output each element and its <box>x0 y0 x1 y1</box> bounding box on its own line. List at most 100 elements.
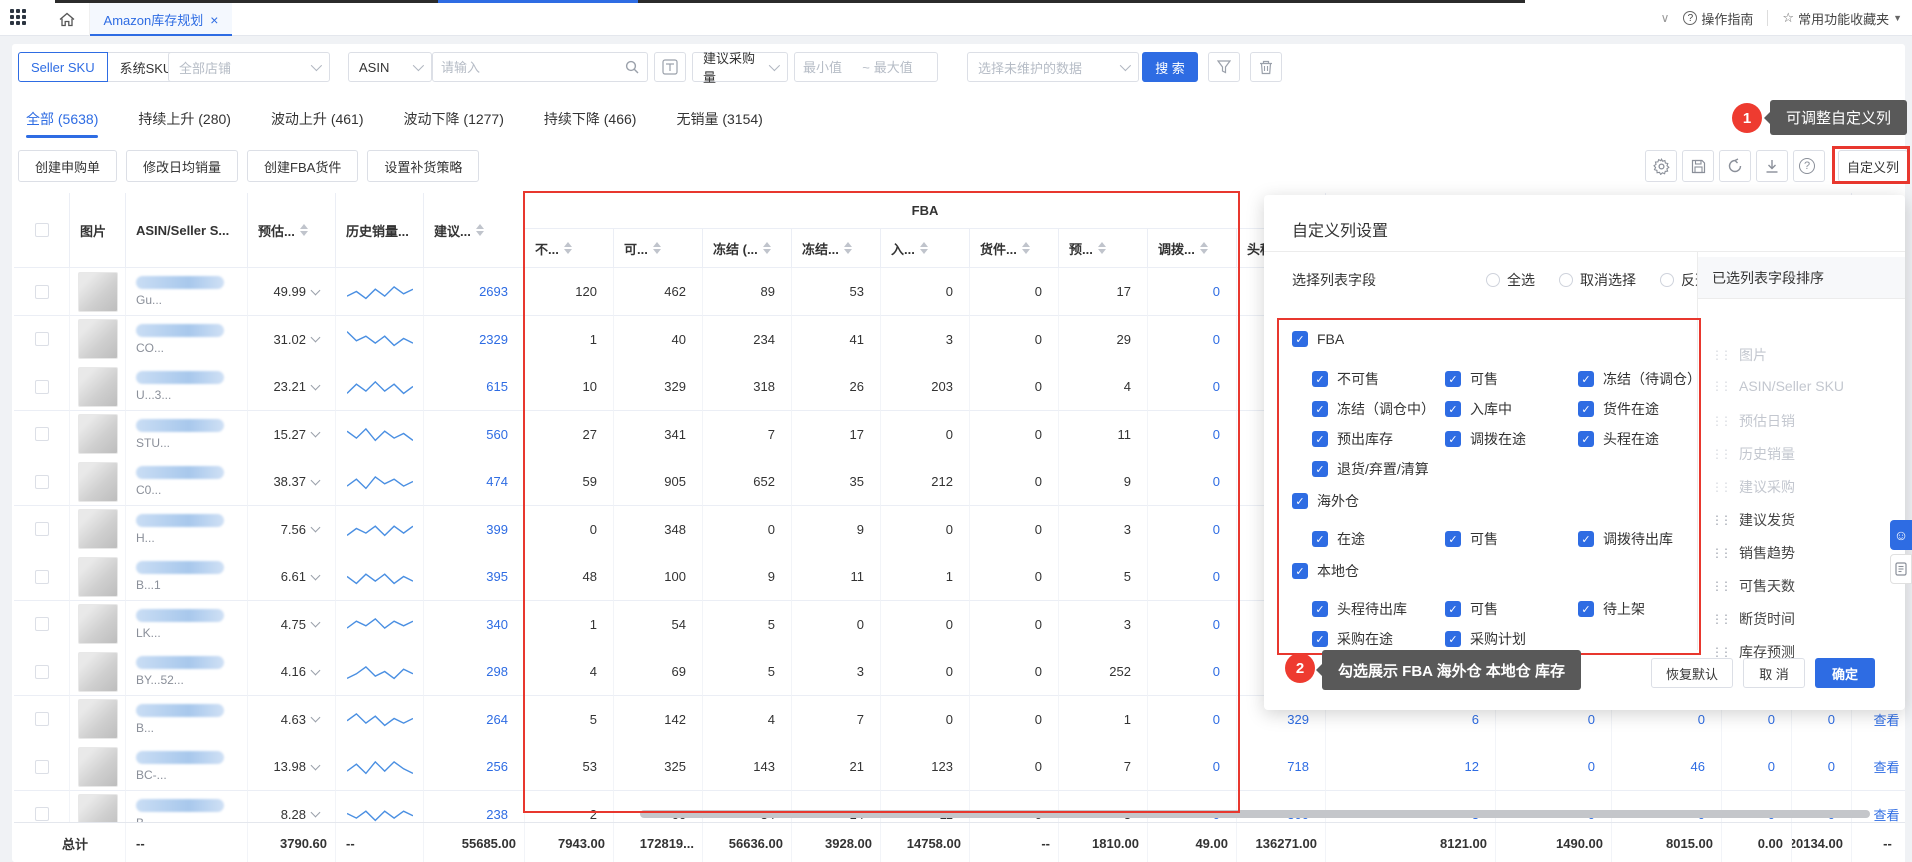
header-fba-4[interactable]: 入... <box>881 229 970 268</box>
checked-checkbox[interactable]: ✓ <box>1312 531 1328 547</box>
row-suggested-purchase-link[interactable]: 298 <box>424 648 525 696</box>
row-suggested-purchase-link[interactable]: 474 <box>424 458 525 506</box>
row-checkbox[interactable] <box>35 285 49 299</box>
drag-handle-icon[interactable]: ⋮⋮ <box>1711 513 1729 527</box>
view-tab-1[interactable]: 持续上升 (280) <box>138 96 231 142</box>
checked-checkbox[interactable]: ✓ <box>1312 461 1328 477</box>
row-fba-7[interactable]: 0 <box>1148 316 1237 364</box>
field-checkbox-可售[interactable]: ✓可售 <box>1445 599 1498 619</box>
checked-checkbox[interactable]: ✓ <box>1292 493 1308 509</box>
refresh-button[interactable] <box>1719 150 1751 182</box>
view-tab-3[interactable]: 波动下降 (1277) <box>404 96 504 142</box>
field-checkbox-不可售[interactable]: ✓不可售 <box>1312 369 1379 389</box>
row-fba-7[interactable]: 0 <box>1148 506 1237 554</box>
checked-checkbox[interactable]: ✓ <box>1578 431 1594 447</box>
row-estimated-sales-cell[interactable]: 4.16 <box>248 648 336 696</box>
field-checkbox-可售[interactable]: ✓可售 <box>1445 369 1498 389</box>
row-suggested-purchase-link[interactable]: 2329 <box>424 316 525 364</box>
row-suggested-purchase-link[interactable]: 2693 <box>424 268 525 316</box>
drag-handle-icon[interactable]: ⋮⋮ <box>1711 546 1729 560</box>
row-suggested-purchase-link[interactable]: 399 <box>424 506 525 554</box>
row-fba-7[interactable]: 0 <box>1148 743 1237 791</box>
header-fba-0[interactable]: 不... <box>525 229 614 268</box>
range-min-input[interactable] <box>803 60 858 75</box>
row-estimated-sales-cell[interactable]: 7.56 <box>248 506 336 554</box>
row-suggested-purchase-link[interactable]: 560 <box>424 411 525 459</box>
clear-button[interactable] <box>1250 52 1282 82</box>
row-extra-0[interactable]: 12 <box>1326 743 1496 791</box>
toolbar-button-2[interactable]: 创建FBA货件 <box>247 150 358 182</box>
row-fba-7[interactable]: 0 <box>1148 268 1237 316</box>
row-estimated-sales-cell[interactable]: 23.21 <box>248 363 336 411</box>
row-suggested-purchase-link[interactable]: 615 <box>424 363 525 411</box>
checked-checkbox[interactable]: ✓ <box>1312 371 1328 387</box>
guide-link[interactable]: ? 操作指南 <box>1683 9 1753 28</box>
header-estimated-daily-sales[interactable]: 预估... <box>248 193 336 268</box>
search-field-select[interactable]: ASIN <box>348 52 432 82</box>
checked-checkbox[interactable]: ✓ <box>1312 431 1328 447</box>
shop-select[interactable]: 全部店铺 <box>168 52 330 82</box>
toolbar-button-3[interactable]: 设置补货策略 <box>367 150 479 182</box>
header-fba-2[interactable]: 冻结 (... <box>703 229 792 268</box>
row-extra-1[interactable]: 0 <box>1496 743 1612 791</box>
row-checkbox[interactable] <box>35 380 49 394</box>
drag-handle-icon[interactable]: ⋮⋮ <box>1711 612 1729 626</box>
seller-sku-toggle[interactable]: Seller SKU <box>18 52 108 82</box>
tab-amazon-inventory[interactable]: Amazon库存规划 × <box>90 3 232 36</box>
checked-checkbox[interactable]: ✓ <box>1312 601 1328 617</box>
row-fba-7[interactable]: 0 <box>1148 601 1237 649</box>
row-checkbox[interactable] <box>35 522 49 536</box>
row-estimated-sales-cell[interactable]: 38.37 <box>248 458 336 506</box>
row-estimated-sales-cell[interactable]: 15.27 <box>248 411 336 459</box>
metric-select[interactable]: 建议采购量 <box>692 52 788 82</box>
favorites-menu[interactable]: ☆ 常用功能收藏夹 ▼ <box>1782 9 1902 28</box>
row-extra-4[interactable]: 0 <box>1792 743 1852 791</box>
select-all-checkbox[interactable] <box>35 223 49 237</box>
search-button[interactable]: 搜 索 <box>1142 52 1198 82</box>
range-max-input[interactable] <box>874 60 929 75</box>
checked-checkbox[interactable]: ✓ <box>1445 601 1461 617</box>
row-suggested-purchase-link[interactable]: 340 <box>424 601 525 649</box>
radio-0[interactable]: 全选 <box>1486 270 1535 290</box>
filter-button[interactable] <box>1208 52 1240 82</box>
toolbar-button-0[interactable]: 创建申购单 <box>18 150 117 182</box>
row-checkbox[interactable] <box>35 807 49 821</box>
header-fba-7[interactable]: 调拨... <box>1148 229 1237 268</box>
checked-checkbox[interactable]: ✓ <box>1445 531 1461 547</box>
field-checkbox-预出库存[interactable]: ✓预出库存 <box>1312 429 1393 449</box>
settings-button[interactable] <box>1645 150 1677 182</box>
customer-service-float-button[interactable]: ☺ <box>1890 520 1912 550</box>
field-checkbox-退货/弃置/清算[interactable]: ✓退货/弃置/清算 <box>1312 459 1429 479</box>
batch-input-button[interactable] <box>654 52 686 82</box>
checked-checkbox[interactable]: ✓ <box>1445 371 1461 387</box>
cancel-button[interactable]: 取 消 <box>1743 658 1805 688</box>
row-checkbox[interactable] <box>35 475 49 489</box>
header-suggested-purchase[interactable]: 建议... <box>424 193 525 268</box>
row-estimated-sales-cell[interactable]: 13.98 <box>248 743 336 791</box>
confirm-button[interactable]: 确定 <box>1815 658 1875 688</box>
field-checkbox-可售[interactable]: ✓可售 <box>1445 529 1498 549</box>
home-tab[interactable] <box>44 3 90 36</box>
field-checkbox-冻结（待调仓）[interactable]: ✓冻结（待调仓） <box>1578 369 1701 389</box>
view-tab-4[interactable]: 持续下降 (466) <box>544 96 637 142</box>
row-fba-7[interactable]: 0 <box>1148 458 1237 506</box>
checked-checkbox[interactable]: ✓ <box>1578 531 1594 547</box>
checked-checkbox[interactable]: ✓ <box>1312 631 1328 647</box>
save-view-button[interactable] <box>1682 150 1714 182</box>
view-tab-5[interactable]: 无销量 (3154) <box>676 96 762 142</box>
row-estimated-sales-cell[interactable]: 6.61 <box>248 553 336 601</box>
field-checkbox-头程在途[interactable]: ✓头程在途 <box>1578 429 1659 449</box>
close-icon[interactable]: × <box>210 12 218 28</box>
keyword-input[interactable] <box>441 60 625 75</box>
field-checkbox-调拨在途[interactable]: ✓调拨在途 <box>1445 429 1526 449</box>
view-tab-0[interactable]: 全部 (5638) <box>26 96 98 142</box>
row-suggested-purchase-link[interactable]: 264 <box>424 696 525 744</box>
toolbar-button-1[interactable]: 修改日均销量 <box>126 150 238 182</box>
row-extra-3[interactable]: 0 <box>1722 743 1792 791</box>
view-tab-2[interactable]: 波动上升 (461) <box>271 96 364 142</box>
row-fba-7[interactable]: 0 <box>1148 648 1237 696</box>
help-button[interactable]: ? <box>1793 150 1825 182</box>
row-checkbox[interactable] <box>35 332 49 346</box>
checked-checkbox[interactable]: ✓ <box>1445 431 1461 447</box>
row-fba-7[interactable]: 0 <box>1148 553 1237 601</box>
